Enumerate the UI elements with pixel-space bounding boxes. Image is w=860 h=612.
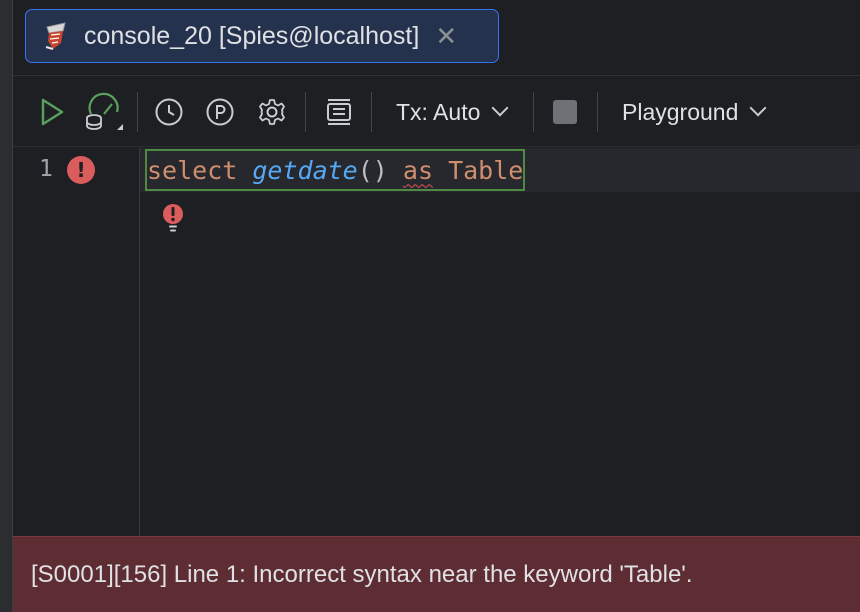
- left-edge-strip: [0, 0, 12, 612]
- clock-icon: [155, 98, 183, 126]
- function-getdate: getdate: [252, 155, 358, 185]
- error-lightbulb-icon[interactable]: [161, 203, 185, 235]
- line-number: 1: [39, 156, 53, 182]
- transaction-mode-dropdown[interactable]: Tx: Auto: [396, 94, 526, 130]
- playground-label: Playground: [622, 98, 739, 125]
- stop-icon: [553, 100, 577, 124]
- keyword-select: select: [147, 155, 238, 185]
- layout-button[interactable]: [323, 94, 355, 130]
- panel-layout-icon: [327, 99, 351, 125]
- tab-bar: console_20 [Spies@localhost] ✕: [13, 0, 860, 76]
- parentheses: (): [357, 155, 388, 185]
- error-icon[interactable]: !: [67, 156, 95, 184]
- execute-button[interactable]: [35, 94, 69, 130]
- toolbar-separator: [305, 92, 306, 132]
- database-gauge-icon: [86, 92, 123, 130]
- code-editor[interactable]: 1 ! select getdate() as Table: [13, 148, 860, 536]
- playground-dropdown[interactable]: Playground: [622, 94, 782, 130]
- error-message: [S0001][156] Line 1: Incorrect syntax ne…: [31, 560, 693, 588]
- chevron-down-icon: [491, 99, 509, 117]
- tab-title: console_20 [Spies@localhost]: [84, 21, 420, 50]
- toolbar-separator: [597, 92, 598, 132]
- console-window: console_20 [Spies@localhost] ✕ Tx: Auto …: [12, 0, 860, 612]
- toolbar-separator: [137, 92, 138, 132]
- history-button[interactable]: [153, 94, 185, 130]
- toolbar: Tx: Auto Playground: [13, 77, 860, 147]
- toolbar-separator: [533, 92, 534, 132]
- chevron-down-icon: [749, 99, 767, 117]
- parameters-button[interactable]: [204, 94, 236, 130]
- tab-console[interactable]: console_20 [Spies@localhost] ✕: [25, 9, 499, 63]
- keyword-as: as: [402, 155, 434, 185]
- transaction-mode-label: Tx: Auto: [396, 98, 481, 125]
- parameter-icon: [206, 98, 234, 126]
- close-icon[interactable]: ✕: [435, 23, 457, 49]
- stop-button[interactable]: [551, 94, 579, 130]
- toolbar-separator: [371, 92, 372, 132]
- keyword-table: Table: [448, 155, 524, 185]
- gear-icon: [259, 99, 285, 125]
- editor-gutter: [13, 148, 140, 536]
- code-line[interactable]: select getdate() as Table: [145, 149, 526, 191]
- error-message-bar: [S0001][156] Line 1: Incorrect syntax ne…: [13, 536, 860, 612]
- explain-plan-button[interactable]: [83, 92, 127, 130]
- settings-button[interactable]: [256, 94, 288, 130]
- run-icon: [41, 98, 64, 126]
- sql-server-icon: [42, 21, 70, 51]
